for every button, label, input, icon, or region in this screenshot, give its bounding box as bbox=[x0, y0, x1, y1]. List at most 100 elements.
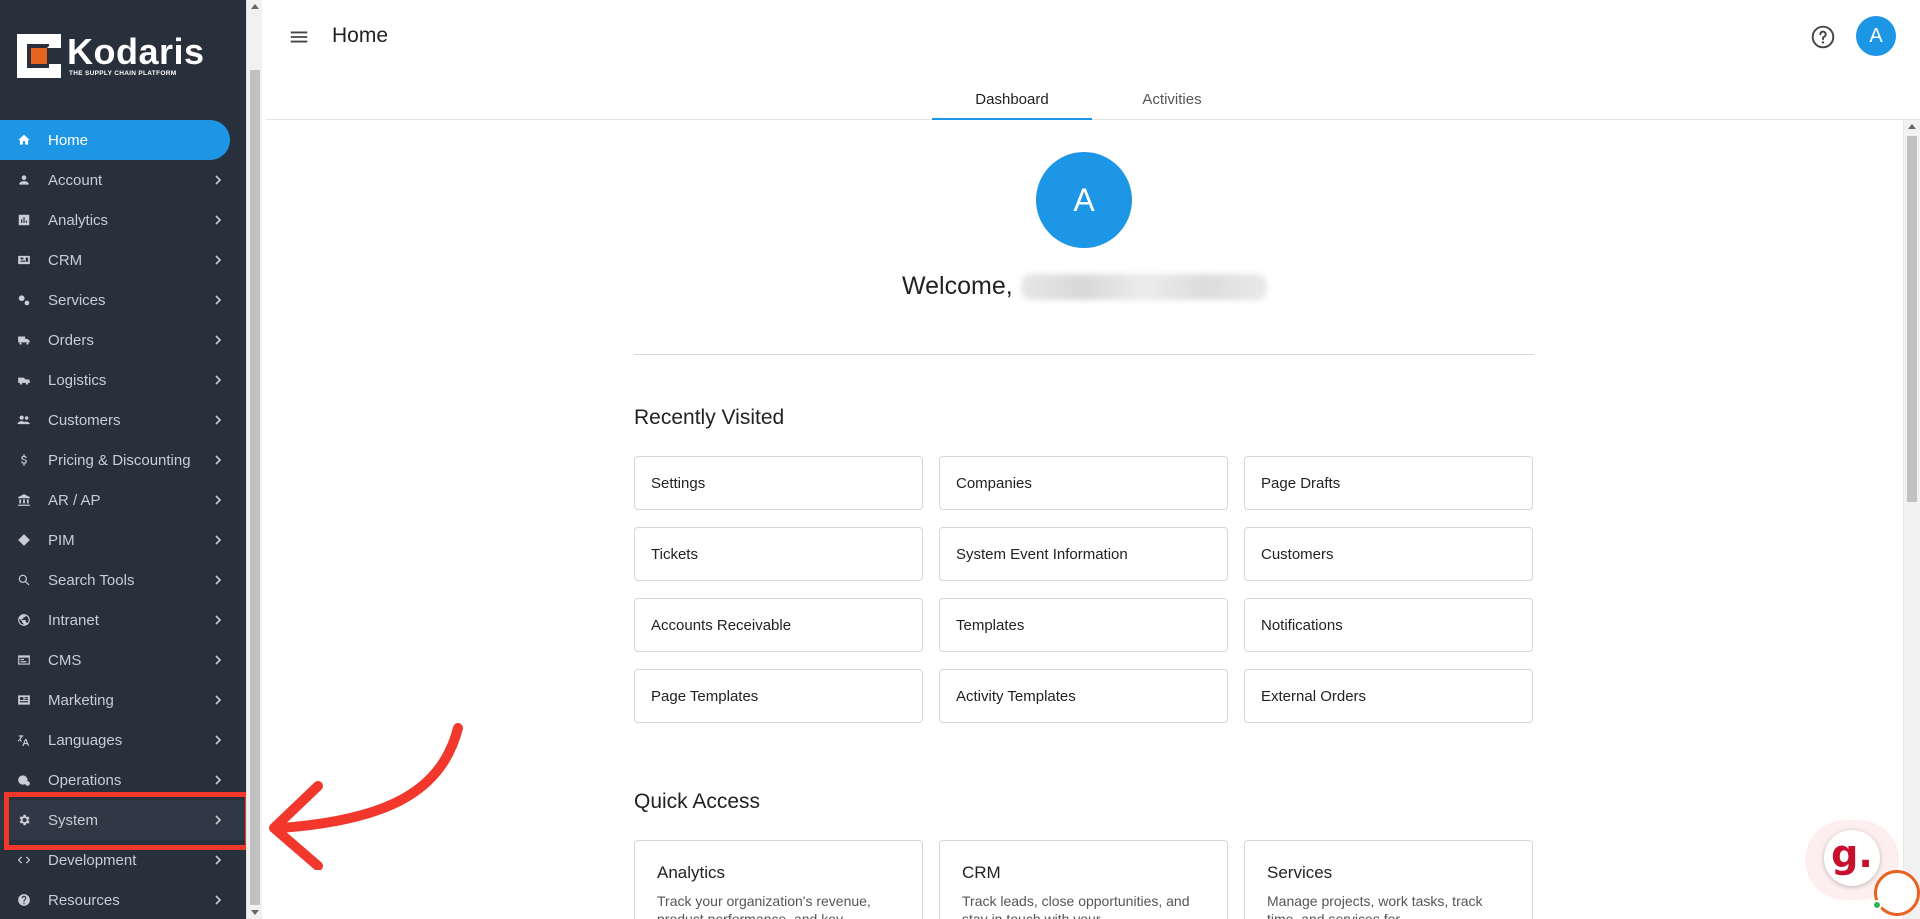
chevron-right-icon bbox=[210, 772, 226, 788]
sidebar-item-account[interactable]: Account bbox=[0, 160, 246, 200]
quick-access-title: Quick Access bbox=[634, 790, 761, 813]
sidebar-item-label: PIM bbox=[48, 531, 75, 549]
user-avatar: A bbox=[1036, 152, 1132, 248]
sidebar-item-logistics[interactable]: Logistics bbox=[0, 360, 246, 400]
search-icon bbox=[16, 572, 32, 588]
newspaper-icon bbox=[16, 692, 32, 708]
recent-card-companies[interactable]: Companies bbox=[939, 456, 1228, 510]
quick-access-card-crm[interactable]: CRM Track leads, close opportunities, an… bbox=[939, 840, 1228, 919]
recent-card-accounts-receivable[interactable]: Accounts Receivable bbox=[634, 598, 923, 652]
recent-card-customers[interactable]: Customers bbox=[1244, 527, 1533, 581]
help-button[interactable] bbox=[1810, 24, 1836, 50]
recent-card-tickets[interactable]: Tickets bbox=[634, 527, 923, 581]
sidebar-item-intranet[interactable]: Intranet bbox=[0, 600, 246, 640]
people-icon bbox=[16, 412, 32, 428]
chat-bubble-icon bbox=[1874, 870, 1920, 916]
divider bbox=[634, 354, 1534, 355]
recent-card-page-drafts[interactable]: Page Drafts bbox=[1244, 456, 1533, 510]
sidebar-item-pricing-discounting[interactable]: Pricing & Discounting bbox=[0, 440, 246, 480]
sidebar-item-label: Analytics bbox=[48, 211, 109, 229]
sidebar-item-label: AR / AP bbox=[48, 491, 101, 509]
recent-card-settings[interactable]: Settings bbox=[634, 456, 923, 510]
sidebar-item-label: Pricing & Discounting bbox=[48, 451, 191, 469]
chat-widget-button[interactable] bbox=[1872, 868, 1920, 919]
recent-card-activity-templates[interactable]: Activity Templates bbox=[939, 669, 1228, 723]
hamburger-menu-button[interactable] bbox=[288, 26, 314, 48]
sidebar-item-crm[interactable]: CRM bbox=[0, 240, 246, 280]
main-scrollbar[interactable] bbox=[1903, 120, 1920, 919]
crm-icon bbox=[16, 252, 32, 268]
dollar-icon bbox=[16, 452, 32, 468]
kodaris-logo[interactable]: Kodaris THE SUPPLY CHAIN PLATFORM bbox=[17, 34, 205, 78]
sidebar-item-services[interactable]: Services bbox=[0, 280, 246, 320]
main-scrollbar-thumb[interactable] bbox=[1907, 136, 1917, 502]
blurred-user-email bbox=[1020, 273, 1267, 300]
operations-icon bbox=[16, 772, 32, 788]
chevron-right-icon bbox=[210, 212, 226, 228]
sidebar-item-marketing[interactable]: Marketing bbox=[0, 680, 246, 720]
gears-icon bbox=[16, 292, 32, 308]
quick-access-card-title: Analytics bbox=[657, 863, 726, 882]
sidebar-scrollbar-thumb[interactable] bbox=[250, 70, 260, 905]
sidebar-item-pim[interactable]: PIM bbox=[0, 520, 246, 560]
quick-access-card-analytics[interactable]: Analytics Track your organization's reve… bbox=[634, 840, 923, 919]
shipping-icon bbox=[16, 372, 32, 388]
sidebar-item-search-tools[interactable]: Search Tools bbox=[0, 560, 246, 600]
scroll-down-arrow-icon[interactable] bbox=[251, 910, 259, 915]
sidebar-item-analytics[interactable]: Analytics bbox=[0, 200, 246, 240]
page-title: Home bbox=[332, 24, 389, 47]
top-header: Home A Dashboard Activities bbox=[266, 0, 1920, 120]
sidebar-item-resources[interactable]: Resources bbox=[0, 880, 246, 919]
tab-activities[interactable]: Activities bbox=[1092, 78, 1252, 120]
welcome-text: Welcome, bbox=[902, 272, 1013, 300]
truck-icon bbox=[16, 332, 32, 348]
quick-access-card-services[interactable]: Services Manage projects, work tasks, tr… bbox=[1244, 840, 1533, 919]
sidebar-scrollbar[interactable] bbox=[246, 0, 262, 919]
recent-card-templates[interactable]: Templates bbox=[939, 598, 1228, 652]
tag-icon bbox=[16, 532, 32, 548]
kodaris-logo-icon bbox=[17, 34, 61, 78]
sidebar-item-label: Languages bbox=[48, 731, 123, 749]
scroll-up-arrow-icon[interactable] bbox=[251, 4, 259, 9]
recent-card-system-event-information[interactable]: System Event Information bbox=[939, 527, 1228, 581]
quick-access-card-desc: Track your organization's revenue, produ… bbox=[657, 893, 871, 919]
sidebar-item-system[interactable]: System bbox=[0, 800, 246, 840]
sidebar-item-orders[interactable]: Orders bbox=[0, 320, 246, 360]
chevron-right-icon bbox=[210, 532, 226, 548]
sidebar-item-ar-ap[interactable]: AR / AP bbox=[0, 480, 246, 520]
sidebar-item-label: Search Tools bbox=[48, 571, 135, 589]
chevron-right-icon bbox=[210, 292, 226, 308]
tab-dashboard[interactable]: Dashboard bbox=[932, 78, 1092, 120]
sidebar-item-label: System bbox=[48, 811, 99, 829]
sidebar-item-development[interactable]: Development bbox=[0, 840, 246, 880]
sidebar-item-home[interactable]: Home bbox=[0, 120, 230, 160]
chevron-right-icon bbox=[210, 572, 226, 588]
sidebar-item-label: Logistics bbox=[48, 371, 107, 389]
sidebar-item-cms[interactable]: CMS bbox=[0, 640, 246, 680]
recent-card-notifications[interactable]: Notifications bbox=[1244, 598, 1533, 652]
cms-icon bbox=[16, 652, 32, 668]
sidebar-item-languages[interactable]: Languages bbox=[0, 720, 246, 760]
quick-access-grid: Analytics Track your organization's reve… bbox=[634, 840, 1533, 919]
sidebar-item-label: Resources bbox=[48, 891, 120, 909]
sidebar-item-label: Customers bbox=[48, 411, 121, 429]
chevron-right-icon bbox=[210, 172, 226, 188]
sidebar-item-customers[interactable]: Customers bbox=[0, 400, 246, 440]
user-avatar-button[interactable]: A bbox=[1856, 16, 1896, 56]
sidebar-item-label: Home bbox=[48, 131, 89, 149]
sidebar-item-operations[interactable]: Operations bbox=[0, 760, 246, 800]
chevron-right-icon bbox=[210, 452, 226, 468]
chevron-right-icon bbox=[210, 652, 226, 668]
gear-icon bbox=[16, 812, 32, 828]
code-icon bbox=[16, 852, 32, 868]
recent-card-page-templates[interactable]: Page Templates bbox=[634, 669, 923, 723]
help-icon bbox=[1811, 25, 1835, 49]
recent-card-external-orders[interactable]: External Orders bbox=[1244, 669, 1533, 723]
sidebar-item-label: Orders bbox=[48, 331, 94, 349]
sidebar: Kodaris THE SUPPLY CHAIN PLATFORM Home A… bbox=[0, 0, 246, 919]
scroll-up-arrow-icon[interactable] bbox=[1908, 124, 1916, 129]
bank-icon bbox=[16, 492, 32, 508]
menu-icon bbox=[290, 31, 308, 43]
sidebar-item-label: Account bbox=[48, 171, 103, 189]
sidebar-item-label: Services bbox=[48, 291, 106, 309]
